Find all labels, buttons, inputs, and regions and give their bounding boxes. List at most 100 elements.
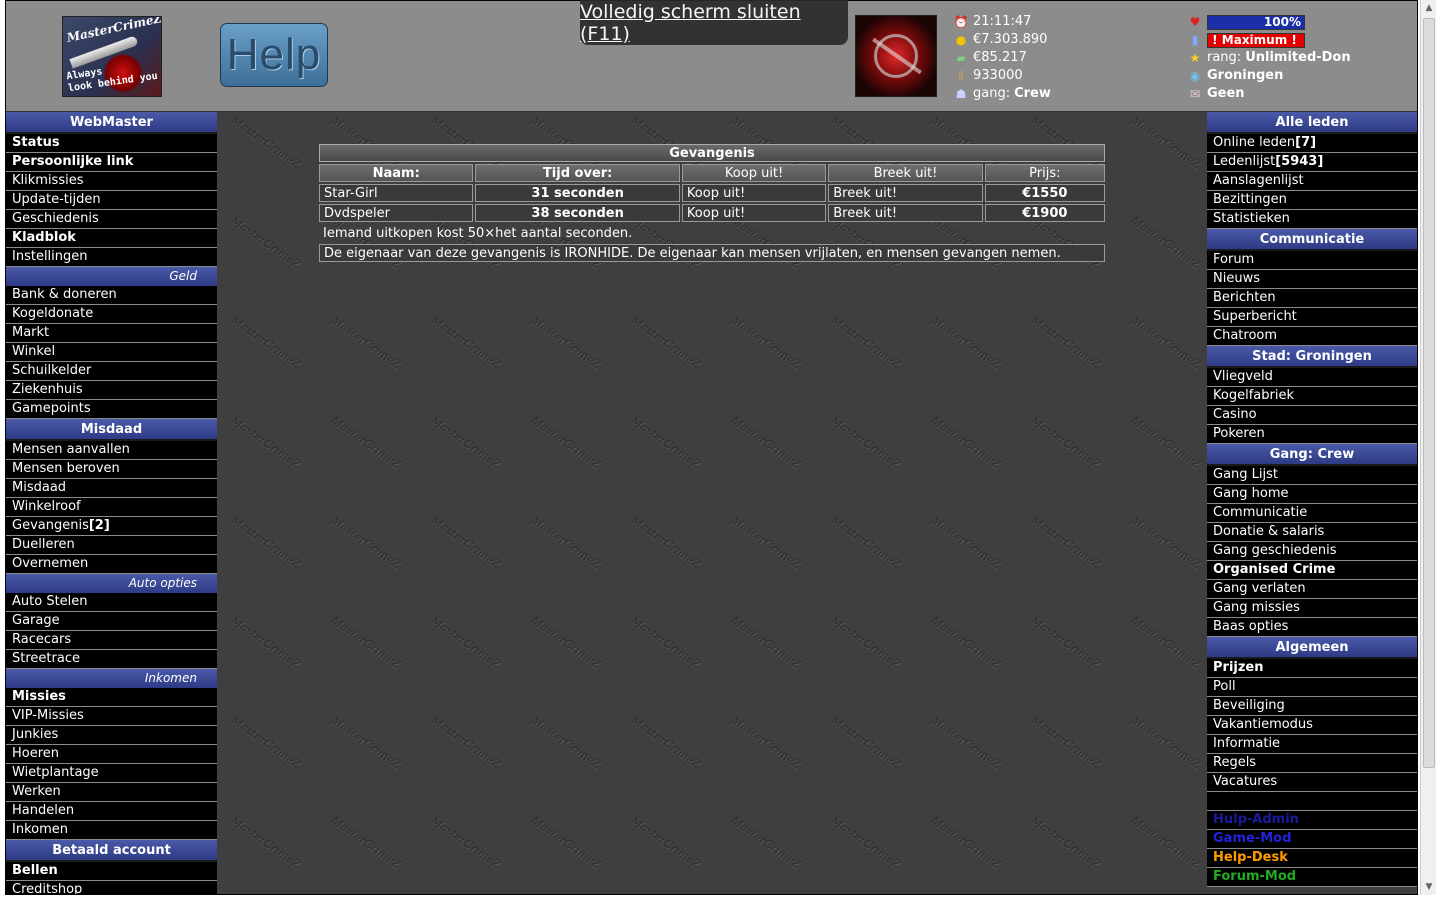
menu-item-geschiedenis[interactable]: Geschiedenis	[6, 210, 217, 229]
menu-item-missies[interactable]: Missies	[6, 688, 217, 707]
menu-item-persoonlijke-link[interactable]: Persoonlijke link	[6, 153, 217, 172]
menu-item-prijzen[interactable]: Prijzen	[1207, 659, 1417, 678]
menu-item-bezittingen[interactable]: Bezittingen	[1207, 191, 1417, 210]
menu-item-winkel[interactable]: Winkel	[6, 343, 217, 362]
menu-item-auto-stelen[interactable]: Auto Stelen	[6, 593, 217, 612]
menu-item-label: Statistieken	[1213, 211, 1290, 226]
menu-item-organised-crime[interactable]: Organised Crime	[1207, 561, 1417, 580]
menu-item-communicatie[interactable]: Communicatie	[1207, 504, 1417, 523]
menu-item-misdaad[interactable]: Misdaad	[6, 479, 217, 498]
menu-item-beveiliging[interactable]: Beveiliging	[1207, 697, 1417, 716]
watermark-text: MasterCrimeZ	[328, 513, 403, 572]
menu-item-gamepoints[interactable]: Gamepoints	[6, 400, 217, 419]
watermark-text: MasterCrimeZ	[628, 713, 703, 772]
menu-item-vliegveld[interactable]: Vliegveld	[1207, 368, 1417, 387]
menu-item-donatie-salaris[interactable]: Donatie & salaris	[1207, 523, 1417, 542]
menu-item-mensen-aanvallen[interactable]: Mensen aanvallen	[6, 441, 217, 460]
menu-item-nieuws[interactable]: Nieuws	[1207, 270, 1417, 289]
help-button[interactable]: Help	[220, 23, 328, 87]
menu-item-creditshop[interactable]: Creditshop	[6, 881, 217, 894]
menu-item-ledenlijst[interactable]: Ledenlijst[5943]	[1207, 153, 1417, 172]
menu-item-forum[interactable]: Forum	[1207, 251, 1417, 270]
menu-item-markt[interactable]: Markt	[6, 324, 217, 343]
menu-item-kladblok[interactable]: Kladblok	[6, 229, 217, 248]
vertical-scrollbar[interactable]: ▲ ▼	[1420, 0, 1436, 895]
menu-item-wietplantage[interactable]: Wietplantage	[6, 764, 217, 783]
menu-item-casino[interactable]: Casino	[1207, 406, 1417, 425]
menu-item-klikmissies[interactable]: Klikmissies	[6, 172, 217, 191]
col-time: Tijd over:	[475, 164, 680, 182]
menu-item-junkies[interactable]: Junkies	[6, 726, 217, 745]
menu-item-overnemen[interactable]: Overnemen	[6, 555, 217, 574]
menu-item-superbericht[interactable]: Superbericht	[1207, 308, 1417, 327]
menu-item-duelleren[interactable]: Duelleren	[6, 536, 217, 555]
menu-item-hoeren[interactable]: Hoeren	[6, 745, 217, 764]
buy-out-link[interactable]: Koop uit!	[681, 184, 827, 202]
exit-fullscreen-notice[interactable]: Volledig scherm sluiten (F11)	[580, 0, 848, 45]
watermark-text: MasterCrimeZ	[328, 413, 403, 472]
menu-item-chatroom[interactable]: Chatroom	[1207, 327, 1417, 346]
gang-name[interactable]: Crew	[1014, 85, 1051, 103]
menu-item-game-mod[interactable]: Game-Mod	[1207, 830, 1417, 849]
menu-item-kogelfabriek[interactable]: Kogelfabriek	[1207, 387, 1417, 406]
jail-table: Gevangenis Naam: Tijd over: Koop uit! Br…	[317, 142, 1107, 264]
break-out-link[interactable]: Breek uit!	[828, 184, 983, 202]
scrollbar-thumb[interactable]	[1423, 18, 1435, 768]
menu-item-informatie[interactable]: Informatie	[1207, 735, 1417, 754]
menu-item-help-desk[interactable]: Help-Desk	[1207, 849, 1417, 868]
break-out-link[interactable]: Breek uit!	[828, 204, 983, 222]
menu-item-schuilkelder[interactable]: Schuilkelder	[6, 362, 217, 381]
menu-item-gang-verlaten[interactable]: Gang verlaten	[1207, 580, 1417, 599]
menu-item-gang-lijst[interactable]: Gang Lijst	[1207, 466, 1417, 485]
logo[interactable]: MasterCrimeZ Always look behind you	[62, 16, 162, 97]
menu-item-label: Junkies	[12, 727, 59, 742]
menu-item-baas-opties[interactable]: Baas opties	[1207, 618, 1417, 637]
menu-item-mensen-beroven[interactable]: Mensen beroven	[6, 460, 217, 479]
buy-out-link[interactable]: Koop uit!	[681, 204, 827, 222]
menu-item-handelen[interactable]: Handelen	[6, 802, 217, 821]
menu-item-kogeldonate[interactable]: Kogeldonate	[6, 305, 217, 324]
menu-item-gang-home[interactable]: Gang home	[1207, 485, 1417, 504]
menu-item-aanslagenlijst[interactable]: Aanslagenlijst	[1207, 172, 1417, 191]
menu-item-admin[interactable]: Admin	[1207, 792, 1417, 811]
menu-item-berichten[interactable]: Berichten	[1207, 289, 1417, 308]
menu-item-vip-missies[interactable]: VIP-Missies	[6, 707, 217, 726]
menu-item-count: [7]	[1295, 135, 1317, 150]
menu-item-gevangenis[interactable]: Gevangenis[2]	[6, 517, 217, 536]
menu-item-status[interactable]: Status	[6, 134, 217, 153]
menu-item-ziekenhuis[interactable]: Ziekenhuis	[6, 381, 217, 400]
menu-item-bellen[interactable]: Bellen	[6, 862, 217, 881]
menu-item-bank-doneren[interactable]: Bank & doneren	[6, 286, 217, 305]
stat-bullets: ⦀ 933000	[953, 67, 1051, 85]
messages-link[interactable]: Geen	[1207, 85, 1245, 103]
prisoner-name[interactable]: Star-Girl	[319, 184, 474, 202]
menu-item-statistieken[interactable]: Statistieken	[1207, 210, 1417, 229]
menu-item-poll[interactable]: Poll	[1207, 678, 1417, 697]
menu-item-gang-geschiedenis[interactable]: Gang geschiedenis	[1207, 542, 1417, 561]
menu-item-pokeren[interactable]: Pokeren	[1207, 425, 1417, 444]
health-bar: 100%	[1207, 14, 1305, 30]
menu-item-update-tijden[interactable]: Update-tijden	[6, 191, 217, 210]
avatar[interactable]	[855, 15, 937, 97]
scroll-down-icon[interactable]: ▼	[1421, 879, 1437, 895]
menu-item-racecars[interactable]: Racecars	[6, 631, 217, 650]
menu-item-werken[interactable]: Werken	[6, 783, 217, 802]
menu-item-gang-missies[interactable]: Gang missies	[1207, 599, 1417, 618]
menu-item-winkelroof[interactable]: Winkelroof	[6, 498, 217, 517]
right-sidebar: Alle leden Online leden[7] Ledenlijst[5943…	[1207, 112, 1417, 894]
menu-item-online-leden[interactable]: Online leden[7]	[1207, 134, 1417, 153]
menu-item-streetrace[interactable]: Streetrace	[6, 650, 217, 669]
menu-item-vakantiemodus[interactable]: Vakantiemodus	[1207, 716, 1417, 735]
prisoner-name[interactable]: Dvdspeler	[319, 204, 474, 222]
scroll-up-icon[interactable]: ▲	[1421, 0, 1437, 16]
menu-item-label: Ziekenhuis	[12, 382, 83, 397]
menu-item-garage[interactable]: Garage	[6, 612, 217, 631]
menu-item-label: Gang Lijst	[1213, 467, 1278, 482]
menu-item-regels[interactable]: Regels	[1207, 754, 1417, 773]
menu-item-forum-mod[interactable]: Forum-Mod	[1207, 868, 1417, 887]
menu-item-vacatures[interactable]: Vacatures	[1207, 773, 1417, 792]
menu-item-instellingen[interactable]: Instellingen	[6, 248, 217, 267]
menu-item-inkomen[interactable]: Inkomen	[6, 821, 217, 840]
menu-item-hulp-admin[interactable]: Hulp-Admin	[1207, 811, 1417, 830]
menu-item-label: Vliegveld	[1213, 369, 1273, 384]
